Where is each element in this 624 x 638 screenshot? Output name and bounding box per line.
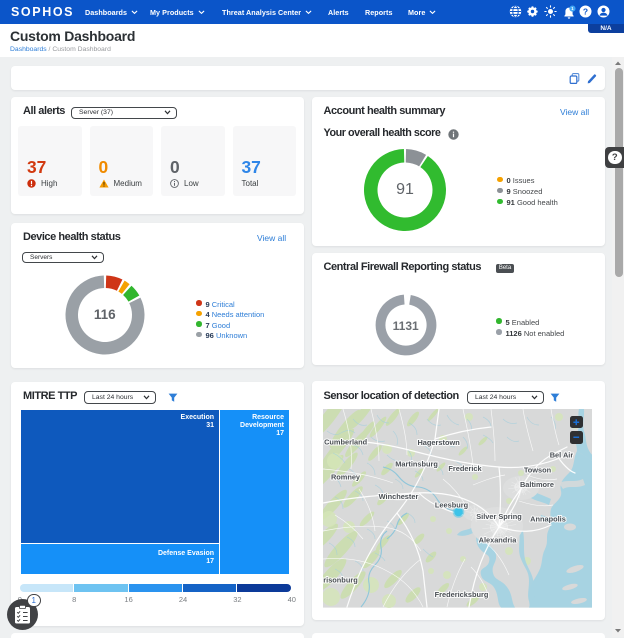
svg-text:Baltimore: Baltimore <box>520 480 554 489</box>
svg-text:Alexandria: Alexandria <box>478 535 517 544</box>
svg-text:Hagerstown: Hagerstown <box>417 438 460 447</box>
svg-text:Towson: Towson <box>523 465 551 474</box>
svg-text:Romney: Romney <box>331 472 361 481</box>
svg-text:Bel Air: Bel Air <box>549 450 573 459</box>
svg-text:risonburg: risonburg <box>323 575 358 584</box>
svg-text:Winchester: Winchester <box>378 492 418 501</box>
svg-text:?: ? <box>583 6 588 16</box>
svg-text:Leesburg: Leesburg <box>434 500 468 509</box>
svg-text:Fredericksburg: Fredericksburg <box>434 590 488 599</box>
svg-text:Silver Spring: Silver Spring <box>476 512 522 521</box>
svg-text:Annapolis: Annapolis <box>530 514 566 523</box>
svg-text:Frederick: Frederick <box>448 464 482 473</box>
svg-text:Martinsburg: Martinsburg <box>395 460 438 469</box>
svg-text:Cumberland: Cumberland <box>324 437 368 446</box>
